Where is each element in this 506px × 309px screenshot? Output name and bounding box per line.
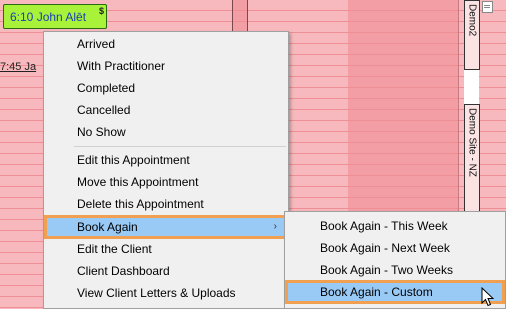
appointment-block[interactable]: 7:45 Ja [0,61,36,73]
submenu-item-next-week[interactable]: Book Again - Next Week [286,237,504,259]
submenu-item-label: Book Again - Two Weeks [320,263,453,277]
menu-item-with-practitioner[interactable]: With Practitioner [45,55,287,77]
menu-item-label: With Practitioner [77,59,166,73]
menu-item-label: No Show [77,125,126,139]
menu-item-view-client-letters[interactable]: View Client Letters & Uploads [45,282,287,304]
chevron-right-icon: › [273,221,277,232]
submenu-item-label: Book Again - Custom [320,285,433,299]
site-label-demo-site-nz: Demo Site - NZ [464,104,480,216]
appointment-label: 7:45 Ja [0,61,37,73]
menu-item-arrived[interactable]: Arrived [45,33,287,55]
menu-item-label: Completed [77,81,136,95]
document-icon[interactable] [482,1,493,13]
submenu-item-custom[interactable]: Book Again - Custom [285,280,505,304]
menu-item-label: Client Dashboard [77,264,170,278]
submenu-item-label: Book Again - This Week [320,219,448,233]
menu-item-label: Edit the Client [77,242,152,256]
menu-item-label: Book Again [77,220,138,234]
site-label-demo2: Demo2 [464,0,480,70]
appointment-block[interactable]: 6:10 John Alēt $ [3,4,107,29]
menu-item-label: Cancelled [77,103,131,117]
context-menu: Arrived With Practitioner Completed Canc… [43,31,289,309]
menu-item-delete-appointment[interactable]: Delete this Appointment [45,193,287,215]
menu-item-cancelled[interactable]: Cancelled [45,99,287,121]
site-label-text: Demo Site - NZ [466,108,478,177]
menu-item-move-appointment[interactable]: Move this Appointment [45,171,287,193]
submenu-item-two-weeks[interactable]: Book Again - Two Weeks [286,259,504,281]
site-label-text: Demo2 [466,4,478,37]
menu-item-client-dashboard[interactable]: Client Dashboard [45,260,287,282]
mouse-pointer-icon [481,287,495,307]
menu-item-book-again[interactable]: Book Again › [44,215,288,239]
submenu-item-label: Book Again - Next Week [320,241,450,255]
menu-item-completed[interactable]: Completed [45,77,287,99]
menu-item-edit-client[interactable]: Edit the Client [45,238,287,260]
appointment-label: 6:10 John Alēt [10,9,87,24]
menu-item-label: Delete this Appointment [77,197,204,211]
submenu-item-this-week[interactable]: Book Again - This Week [286,215,504,237]
menu-item-label: Move this Appointment [77,175,199,189]
menu-separator [74,146,286,147]
dollar-icon: $ [98,6,104,16]
menu-item-label: Edit this Appointment [77,153,190,167]
menu-item-edit-appointment[interactable]: Edit this Appointment [45,149,287,171]
menu-item-no-show[interactable]: No Show [45,121,287,143]
menu-item-label: View Client Letters & Uploads [77,286,236,300]
menu-item-label: Arrived [77,37,116,51]
book-again-submenu: Book Again - This Week Book Again - Next… [284,211,506,309]
